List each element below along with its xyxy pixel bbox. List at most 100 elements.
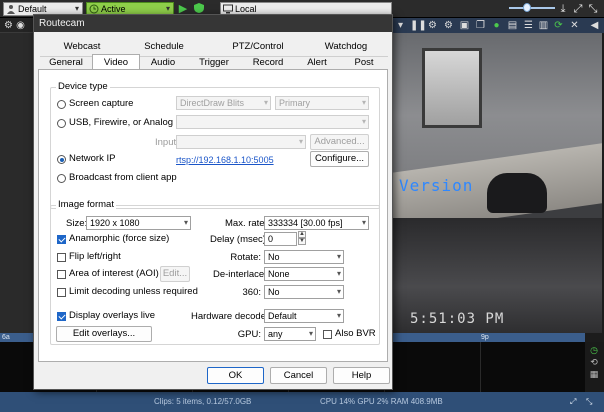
schedule-select-value: Active — [101, 4, 126, 14]
rotate-select[interactable]: No ▾ — [264, 250, 344, 264]
calendar-icon[interactable]: ▦ — [588, 369, 600, 379]
tab-video[interactable]: Video — [92, 54, 140, 70]
monitor-icon — [223, 4, 233, 14]
refresh-icon[interactable]: ⟳ — [552, 19, 565, 32]
anamorphic-checkbox[interactable] — [57, 235, 66, 244]
dropdown-icon[interactable]: ▾ — [394, 19, 407, 32]
camera-overlay-text: Version — [399, 176, 474, 195]
usb-label: USB, Firewire, or Analog — [69, 117, 174, 128]
help-button[interactable]: Help — [333, 367, 390, 384]
usb-device-select: ▾ — [176, 115, 369, 129]
aoi-label: Area of interest (AOI) — [69, 268, 159, 279]
settings-icon[interactable]: ⚙ — [426, 19, 439, 32]
delay-decrement[interactable]: ▼ — [298, 238, 306, 245]
tab-audio[interactable]: Audio — [140, 56, 186, 69]
delay-input[interactable]: 0 — [264, 232, 297, 246]
camera-image-chair — [487, 173, 547, 213]
max-rate-select[interactable]: 333334 [30.00 fps] ▾ — [264, 216, 369, 230]
input-label: Input — [155, 137, 177, 148]
tab-trigger[interactable]: Trigger — [186, 56, 242, 69]
anamorphic-label: Anamorphic (force size) — [69, 233, 170, 244]
tab-ptz-control[interactable]: PTZ/Control — [220, 41, 296, 53]
tab-watchdog[interactable]: Watchdog — [314, 41, 378, 53]
delay-increment[interactable]: ▲ — [298, 231, 306, 238]
bars-icon[interactable]: ▥ — [537, 19, 550, 32]
timeline-gridline — [480, 342, 481, 392]
chevron-down-icon: ▾ — [336, 252, 341, 261]
profile-select-value: Default — [18, 4, 47, 14]
max-rate-value: 333334 [30.00 fps] — [268, 218, 343, 228]
tab-schedule[interactable]: Schedule — [134, 41, 194, 53]
speaker-icon[interactable]: ◀ — [588, 19, 601, 32]
camera-view[interactable]: Version 5:51:03 PM — [392, 33, 602, 333]
advanced-button: Advanced... — [310, 134, 369, 150]
size-value: 1920 x 1080 — [90, 218, 140, 228]
three60-label: 360: — [242, 287, 262, 298]
chevron-down-icon: ▾ — [361, 98, 366, 107]
limit-decoding-checkbox[interactable] — [57, 288, 66, 297]
device-type-group-title: Device type — [56, 81, 110, 92]
broadcast-radio[interactable] — [57, 174, 66, 183]
hw-decode-select[interactable]: Default ▾ — [264, 309, 344, 323]
display-overlays-label: Display overlays live — [69, 310, 156, 321]
tab-alert[interactable]: Alert — [294, 56, 340, 69]
cancel-button[interactable]: Cancel — [270, 367, 327, 384]
aoi-checkbox[interactable] — [57, 270, 66, 279]
camera-image-window — [422, 48, 482, 128]
list-icon[interactable]: ☰ — [522, 19, 535, 32]
hw-decode-label: Hardware decode: — [191, 311, 269, 322]
expand-icon[interactable]: ⤢ — [570, 392, 576, 412]
download-icon[interactable]: ⤓ — [556, 2, 570, 16]
configure-button[interactable]: Configure... — [310, 151, 369, 167]
mic-icon[interactable]: ● — [490, 19, 503, 32]
network-ip-label: Network IP — [69, 153, 116, 164]
gpu-select[interactable]: any ▾ — [264, 327, 316, 341]
refresh-icon[interactable]: ⟲ — [588, 357, 600, 367]
capture-monitor-select: Primary ▾ — [275, 96, 369, 110]
screen-capture-label: Screen capture — [69, 98, 134, 109]
copy-icon[interactable]: ❐ — [474, 19, 487, 32]
collapse-icon[interactable]: ⤡ — [586, 2, 600, 16]
gear-icon[interactable]: ⚙ — [442, 19, 455, 32]
pause-icon[interactable]: ❚❚ — [410, 19, 427, 32]
clips-status: Clips: 5 items, 0.12/57.0GB — [154, 397, 252, 406]
usb-radio[interactable] — [57, 119, 66, 128]
delay-value: 0 — [268, 234, 274, 244]
deinterlace-value: None — [268, 269, 290, 279]
record-icon[interactable]: ◉ — [14, 19, 27, 32]
three60-select[interactable]: No ▾ — [264, 285, 344, 299]
trash-icon[interactable]: ✕ — [568, 19, 581, 32]
also-bvr-label: Also BVR — [335, 328, 376, 339]
screen-capture-radio[interactable] — [57, 100, 66, 109]
camera-list-panel — [0, 33, 36, 333]
timeline-tick-label: 6a — [2, 334, 10, 341]
chevron-down-icon: ▾ — [298, 137, 303, 146]
also-bvr-checkbox[interactable] — [323, 330, 332, 339]
gpu-value: any — [268, 329, 283, 339]
chevron-down-icon: ▾ — [361, 218, 366, 227]
capture-icon[interactable]: ▣ — [458, 19, 471, 32]
expand-icon[interactable]: ⤢ — [571, 2, 585, 16]
rotate-value: No — [268, 252, 280, 262]
display-overlays-checkbox[interactable] — [57, 312, 66, 321]
deinterlace-select[interactable]: None ▾ — [264, 267, 344, 281]
aoi-edit-button: Edit... — [160, 266, 190, 282]
video-icon[interactable]: ▤ — [506, 19, 519, 32]
collapse-icon[interactable]: ⤡ — [586, 392, 592, 412]
tab-general[interactable]: General — [40, 56, 92, 69]
size-select[interactable]: 1920 x 1080 ▾ — [86, 216, 191, 230]
flip-checkbox[interactable] — [57, 253, 66, 262]
network-url-link[interactable]: rtsp://192.168.1.10:5005 — [176, 154, 274, 166]
tab-record[interactable]: Record — [242, 56, 294, 69]
tab-post[interactable]: Post — [340, 56, 388, 69]
capture-method-select: DirectDraw Blits ▾ — [176, 96, 271, 110]
volume-slider-knob[interactable] — [523, 3, 531, 12]
chevron-down-icon: ▾ — [336, 269, 341, 278]
ok-button[interactable]: OK — [207, 367, 264, 384]
clock-icon[interactable]: ◷ — [588, 345, 600, 355]
hw-decode-value: Default — [268, 311, 297, 321]
volume-slider[interactable] — [509, 7, 555, 9]
edit-overlays-button[interactable]: Edit overlays... — [56, 326, 152, 342]
tab-webcast[interactable]: Webcast — [52, 41, 112, 53]
network-ip-radio[interactable] — [57, 155, 66, 164]
